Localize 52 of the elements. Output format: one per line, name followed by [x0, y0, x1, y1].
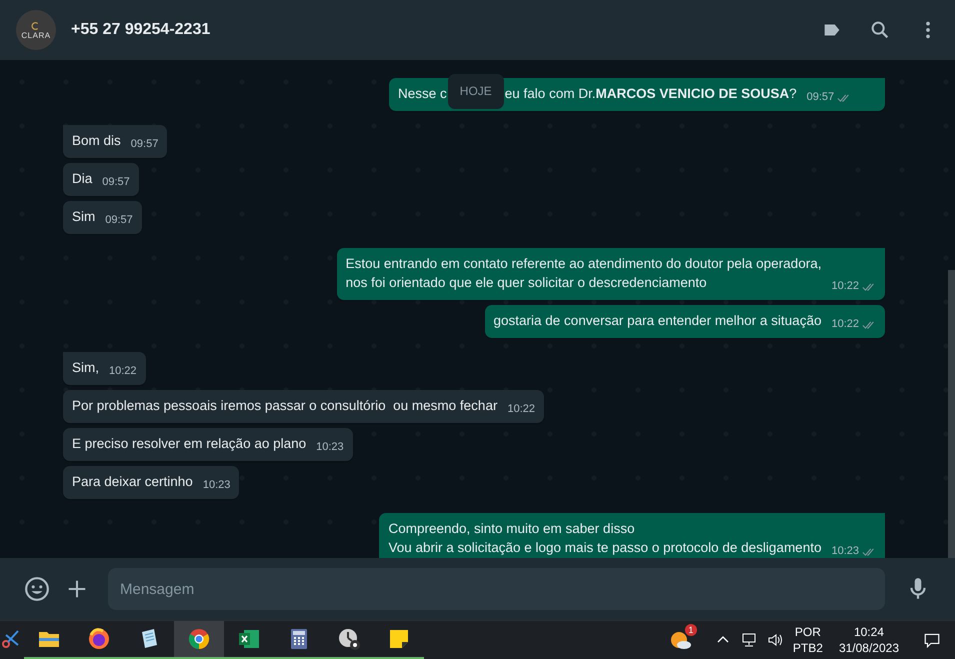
spreadsheet-icon: [237, 627, 261, 651]
message-time: 10:22: [831, 317, 859, 332]
plus-icon[interactable]: [66, 578, 88, 600]
message-text: Nesse c: [398, 86, 447, 101]
clock[interactable]: 10:24 31/08/2023: [838, 624, 899, 656]
double-check-icon: [837, 92, 852, 102]
message-text: Sim,: [72, 360, 99, 375]
message-time: 10:22: [831, 279, 859, 294]
volume-icon[interactable]: [766, 632, 783, 648]
emoji-icon[interactable]: [24, 576, 50, 602]
chrome-icon: [187, 627, 211, 651]
message-text: Para deixar certinho: [72, 474, 193, 489]
avatar-label: CLARA: [21, 30, 51, 40]
message-time: 09:57: [102, 175, 130, 190]
message-text: Por problemas pessoais iremos passar o consultório ou mesmo fechar: [72, 398, 498, 413]
clock-icon: [337, 627, 361, 651]
logo-icon: [31, 20, 41, 30]
double-check-icon: [862, 282, 876, 292]
search-icon[interactable]: [869, 19, 891, 41]
language-indicator[interactable]: POR PTB2: [792, 624, 823, 656]
message-time: 09:57: [130, 137, 158, 152]
message-text: Sim: [72, 209, 96, 224]
contact-name[interactable]: +55 27 99254-2231: [71, 21, 210, 39]
message-time: 09:57: [806, 90, 834, 105]
contact-avatar[interactable]: CLARA: [16, 10, 56, 50]
message-text: Compreendo, sinto muito em saber disso Vou abrir a solicitação e logo mais te passo o protocolo de desligamento: [388, 521, 822, 555]
message-time: 09:57: [105, 213, 133, 228]
taskbar-app[interactable]: [174, 621, 224, 659]
double-check-icon: [862, 320, 876, 330]
clock-time: 10:24: [854, 624, 884, 640]
message-text: Bom dis: [72, 133, 121, 148]
message-text: gostaria de conversar para entender melhor a situação: [494, 313, 822, 328]
message-time: 10:23: [831, 544, 859, 558]
message-time: 10:22: [109, 364, 137, 379]
message-input[interactable]: Mensagem: [108, 568, 885, 610]
keyboard-layout: PTB2: [792, 640, 823, 656]
date-chip: HOJE: [448, 74, 504, 109]
message-text: Dia: [72, 171, 92, 186]
notifications-icon[interactable]: [923, 631, 941, 649]
message-time: 10:23: [316, 440, 344, 455]
network-icon[interactable]: [740, 632, 757, 648]
message-text: Estou entrando em contato referente ao atendimento do doutor pela operadora, nos foi orientado que ele quer solicitar o descredenciamento: [346, 256, 822, 290]
double-check-icon: [862, 546, 876, 556]
notification-badge: 1: [684, 624, 697, 636]
message-text: eu falo com Dr.MARCOS VENICIO DE SOUSA?: [504, 86, 797, 101]
clock-date: 31/08/2023: [838, 640, 899, 656]
browser-globe-icon: [87, 627, 111, 651]
sticky-note-icon: [387, 627, 411, 651]
message-time: 10:23: [202, 478, 230, 493]
message-text: E preciso resolver em relação ao plano: [72, 436, 306, 451]
message-time: 10:22: [507, 402, 535, 417]
language-code: POR: [794, 624, 821, 640]
